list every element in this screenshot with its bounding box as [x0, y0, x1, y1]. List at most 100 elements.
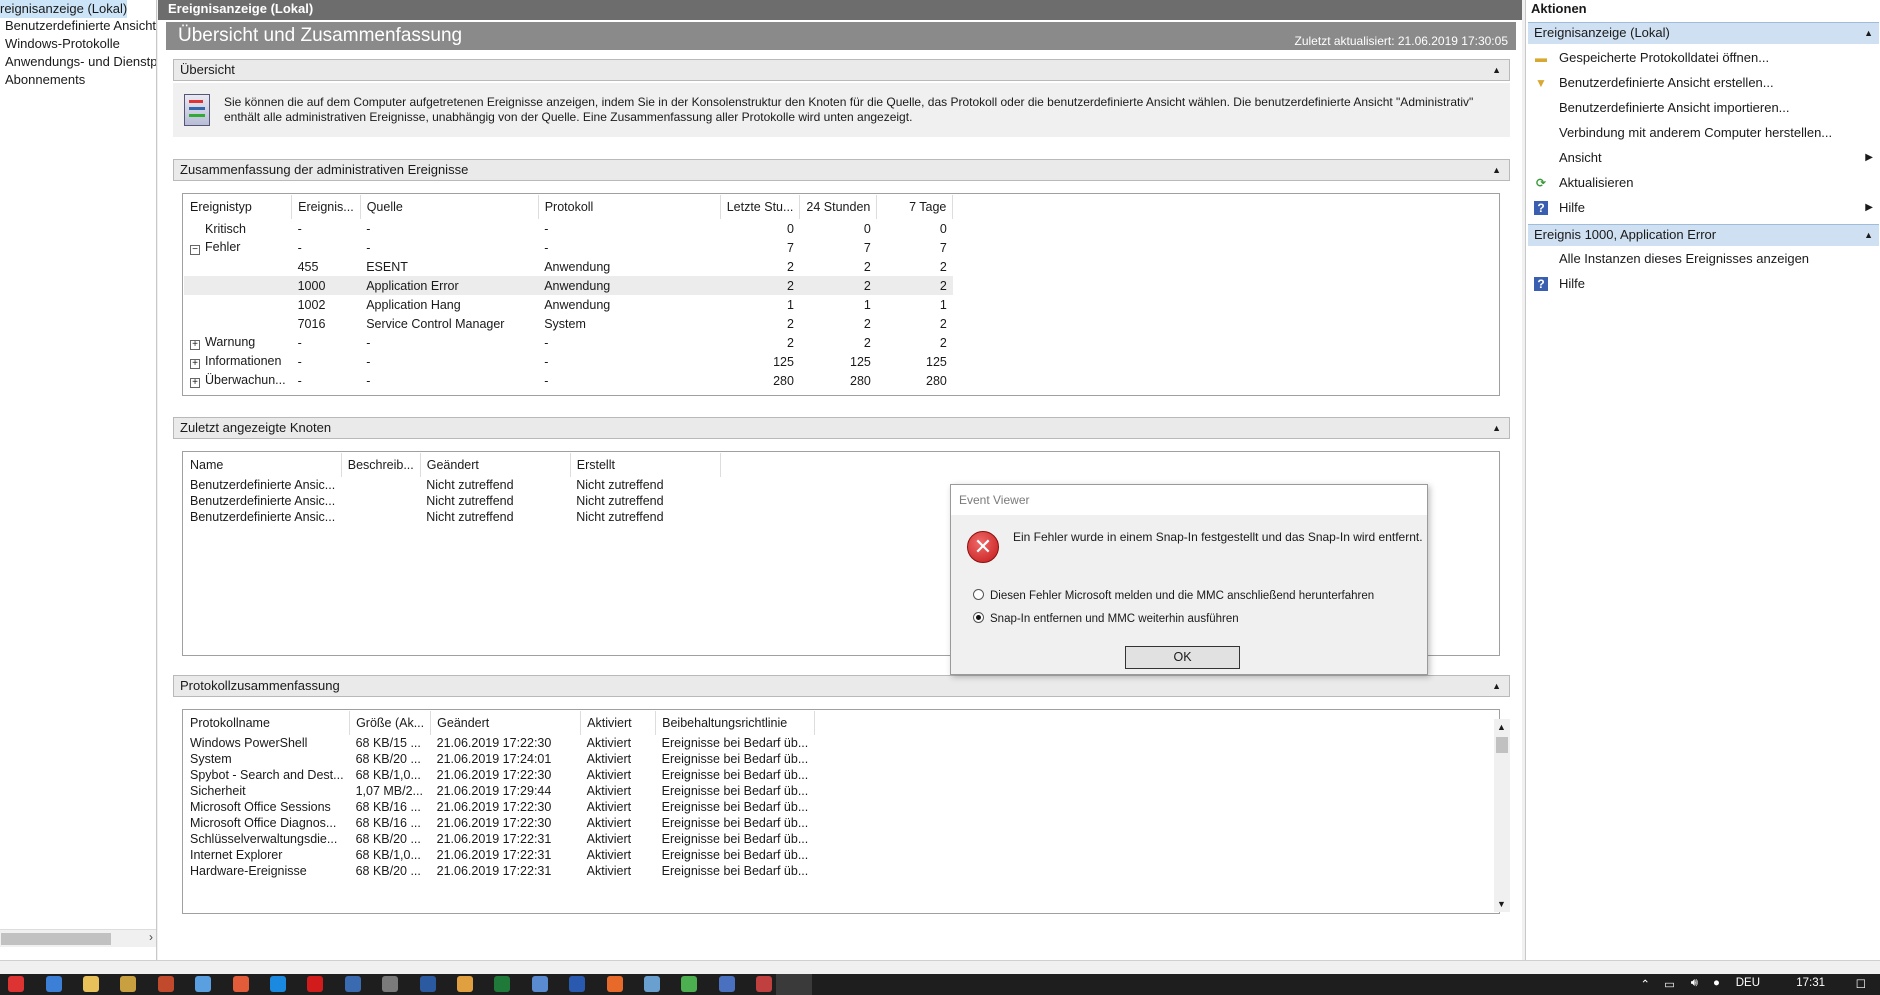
expand-icon[interactable]: + [190, 359, 200, 369]
section-log-summary[interactable]: Protokollzusammenfassung ▲ [173, 675, 1510, 697]
scrollbar-thumb[interactable] [1, 933, 111, 945]
table-row[interactable]: − Fehler - - -7 7 7 [184, 238, 953, 257]
table-row[interactable]: Windows PowerShell 68 KB/15 ... 21.06.2019… [184, 735, 814, 751]
col-header[interactable]: Größe (Ak... [349, 711, 432, 735]
collapse-icon[interactable]: ▲ [1492, 160, 1501, 180]
col-header[interactable]: Beibehaltungsrichtlinie [655, 711, 815, 735]
notification-icon[interactable]: ☐ [1856, 977, 1866, 991]
tree-item-root[interactable]: reignisanzeige (Lokal) [0, 0, 128, 18]
table-row[interactable]: 1002 Application Hang Anwendung 1 1 1 [184, 295, 953, 314]
tray-clock[interactable]: 17:31 [1796, 977, 1825, 989]
action-item[interactable]: ? Hilfe [1526, 273, 1880, 295]
table-row[interactable]: + Überwachun... - - -280 280 280 [184, 371, 953, 390]
section-overview[interactable]: Übersicht ▲ [173, 59, 1510, 81]
action-item[interactable]: Alle Instanzen dieses Ereignisses anzeig… [1526, 248, 1880, 270]
section-recent-nodes[interactable]: Zuletzt angezeigte Knoten ▲ [173, 417, 1510, 439]
tree-item-windows-logs[interactable]: Windows-Protokolle [5, 35, 120, 53]
app-icon[interactable] [644, 976, 660, 992]
app-icon[interactable] [719, 976, 735, 992]
app-icon[interactable] [8, 976, 24, 992]
table-row[interactable]: Schlüsselverwaltungsdie... 68 KB/20 ... 21… [184, 831, 814, 847]
excel-icon[interactable] [494, 976, 510, 992]
collapse-icon[interactable]: ▲ [1864, 225, 1873, 245]
tray-app-icon[interactable]: ● [1713, 977, 1720, 989]
collapse-icon[interactable]: ▲ [1492, 418, 1501, 438]
radio-icon[interactable] [973, 612, 984, 623]
col-header[interactable]: 7 Tage [876, 195, 954, 219]
col-header[interactable]: Geändert [430, 711, 582, 735]
table-row[interactable]: 7016 Service Control Manager System 2 2 2 [184, 314, 953, 333]
table-row[interactable]: Internet Explorer 68 KB/1,0... 21.06.2019 … [184, 847, 814, 863]
collapse-icon[interactable]: − [190, 245, 200, 255]
radio-icon[interactable] [973, 589, 984, 600]
app-icon[interactable] [532, 976, 548, 992]
collapse-icon[interactable]: ▲ [1492, 676, 1501, 696]
action-item[interactable]: Verbindung mit anderem Computer herstell… [1526, 122, 1880, 144]
opera-icon[interactable] [307, 976, 323, 992]
volume-icon[interactable]: 🔊︎ [1691, 977, 1698, 990]
table-row[interactable]: Hardware-Ereignisse 68 KB/20 ... 21.06.201… [184, 863, 814, 879]
collapse-icon[interactable]: ▲ [1864, 23, 1873, 43]
app-icon[interactable] [345, 976, 361, 992]
expand-icon[interactable]: + [190, 378, 200, 388]
tree-horizontal-scrollbar[interactable]: › [0, 929, 156, 947]
table-row[interactable]: Benutzerdefinierte Ansic... Nicht zutreff… [184, 509, 720, 525]
log-vertical-scrollbar[interactable]: ▲ ▼ [1494, 719, 1510, 912]
app-icon[interactable] [195, 976, 211, 992]
tray-lang[interactable]: DEU [1736, 977, 1760, 989]
expand-icon[interactable]: + [190, 340, 200, 350]
folder-icon[interactable] [83, 976, 99, 992]
radio-report-error[interactable]: Diesen Fehler Microsoft melden und die M… [973, 589, 1374, 602]
tree-item-subscriptions[interactable]: Abonnements [5, 71, 85, 89]
action-item[interactable]: ▬ Gespeicherte Protokolldatei öffnen... [1526, 47, 1880, 69]
col-header[interactable]: Quelle [360, 195, 539, 219]
table-row[interactable]: + Warnung - - - 2 2 2 [184, 333, 953, 352]
table-row[interactable]: Sicherheit 1,07 MB/2... 21.06.2019 17:29:4… [184, 783, 814, 799]
col-header[interactable]: Ereignistyp [184, 195, 293, 219]
action-group-local[interactable]: Ereignisanzeige (Lokal) ▲ [1528, 22, 1879, 44]
scroll-down-icon[interactable]: ▼ [1497, 899, 1506, 909]
col-header[interactable]: Protokoll [538, 195, 721, 219]
tree-item-custom-views[interactable]: Benutzerdefinierte Ansichten [5, 17, 156, 35]
chrome-icon[interactable] [681, 976, 697, 992]
col-header[interactable]: Protokollname [184, 711, 351, 735]
ok-button[interactable]: OK [1125, 646, 1240, 669]
app-icon[interactable] [120, 976, 136, 992]
col-header[interactable]: 24 Stunden [799, 195, 878, 219]
app-icon[interactable] [457, 976, 473, 992]
table-row[interactable]: Benutzerdefinierte Ansic... Nicht zutreff… [184, 493, 720, 509]
table-row[interactable]: 1000 Application Error Anwendung 2 2 2 [184, 276, 953, 295]
app-icon[interactable] [756, 976, 772, 992]
photoshop-icon[interactable] [420, 976, 436, 992]
table-row[interactable]: Spybot - Search and Dest... 68 KB/1,0... 2… [184, 767, 814, 783]
col-header[interactable]: Name [184, 453, 342, 477]
table-row[interactable]: Microsoft Office Sessions 68 KB/16 ... 21.… [184, 799, 814, 815]
action-item[interactable]: ? Hilfe ▶ [1526, 197, 1880, 219]
table-row[interactable]: Microsoft Office Diagnos... 68 KB/16 ... 2… [184, 815, 814, 831]
action-item[interactable]: ⟳ Aktualisieren [1526, 172, 1880, 194]
collapse-icon[interactable]: ▲ [1492, 60, 1501, 80]
col-header[interactable]: Aktiviert [580, 711, 657, 735]
table-row[interactable]: System 68 KB/20 ... 21.06.2019 17:24:01 Akt… [184, 751, 814, 767]
action-item[interactable]: Ansicht ▶ [1526, 147, 1880, 169]
scrollbar-thumb[interactable] [1496, 737, 1508, 753]
col-header[interactable]: Beschreib... [341, 453, 421, 477]
table-row[interactable]: + Informationen - - - 125 125 125 [184, 352, 953, 371]
app-icon[interactable] [382, 976, 398, 992]
network-icon[interactable]: ▭ [1664, 977, 1675, 991]
col-header[interactable]: Geändert [420, 453, 571, 477]
col-header[interactable]: Letzte Stu... [720, 195, 801, 219]
active-task[interactable] [776, 974, 812, 995]
radio-remove-snapin[interactable]: Snap-In entfernen und MMC weiterhin ausf… [973, 612, 1239, 625]
table-row[interactable]: 455 ESENT Anwendung 2 2 2 [184, 257, 953, 276]
table-row[interactable]: Kritisch - - - 0 0 0 [184, 219, 953, 238]
section-admin-summary[interactable]: Zusammenfassung der administrativen Erei… [173, 159, 1510, 181]
action-item[interactable]: Benutzerdefinierte Ansicht importieren..… [1526, 97, 1880, 119]
app-icon[interactable] [158, 976, 174, 992]
scroll-up-icon[interactable]: ▲ [1497, 722, 1506, 732]
tray-chevron-icon[interactable]: ⌃ [1640, 977, 1650, 991]
tree-item-app-service-logs[interactable]: Anwendungs- und Dienstprotokolle [5, 53, 156, 71]
edge-icon[interactable] [270, 976, 286, 992]
app-icon[interactable] [233, 976, 249, 992]
col-header[interactable]: Ereignis... [291, 195, 361, 219]
